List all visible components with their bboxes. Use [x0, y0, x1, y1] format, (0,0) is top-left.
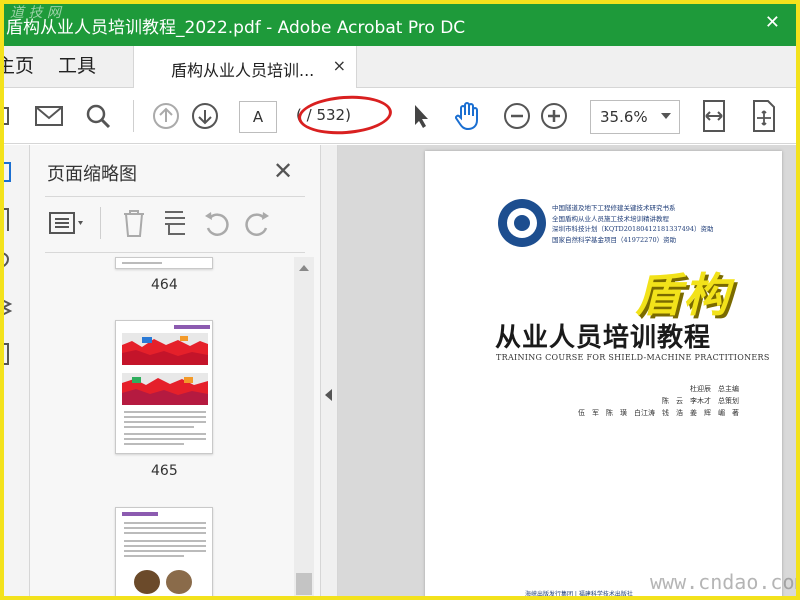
fit-page-icon[interactable]	[748, 100, 780, 132]
panel-divider	[45, 252, 305, 253]
fit-width-icon[interactable]	[698, 100, 730, 132]
tab-document-label: 盾构从业人员培训...	[171, 61, 315, 80]
book-title: 盾构	[635, 268, 731, 322]
page-thumbnail-464[interactable]	[115, 257, 213, 269]
site-watermark: www.cndao.com	[650, 570, 800, 594]
previous-page-icon[interactable]	[150, 100, 182, 132]
author-list: 杜迎辰 总主编 陈 云 李木才 总策划 伍 军 陈 璜 白江涛 钱 浩 姜 辉 …	[578, 383, 739, 419]
scroll-up-icon[interactable]	[299, 265, 309, 271]
panel-tool-divider	[100, 207, 101, 239]
series-line: 国家自然科学基金项目（41972270）资助	[552, 235, 677, 244]
publisher-name: 海峡出版发行集团 | 福建科学技术出版社	[525, 591, 633, 598]
rotate-right-icon[interactable]	[244, 205, 272, 241]
publisher-logo	[498, 199, 546, 247]
hand-tool-icon[interactable]	[451, 100, 485, 132]
tab-bar: 主页 工具 盾构从业人员培训... ×	[0, 46, 800, 89]
page-thumbnail-label: 464	[151, 277, 178, 293]
zoom-out-icon[interactable]	[501, 100, 533, 132]
panel-divider	[45, 196, 305, 197]
book-subtitle: 从业人员培训教程	[495, 323, 712, 353]
zoom-in-icon[interactable]	[538, 100, 570, 132]
tab-document-close-icon[interactable]: ×	[333, 56, 346, 75]
tab-document[interactable]: 盾构从业人员培训... ×	[133, 46, 357, 89]
select-cursor-icon[interactable]	[405, 100, 435, 132]
highlight-ellipse	[296, 92, 394, 138]
email-icon[interactable]	[33, 100, 65, 132]
save-icon[interactable]	[0, 100, 12, 132]
bookmarks-nav-icon[interactable]	[0, 207, 14, 237]
series-line: 中国隧道及地下工程修建关键技术研究书系	[552, 204, 676, 212]
navigation-rail	[0, 145, 30, 600]
search-icon[interactable]	[82, 100, 114, 132]
collapse-panel-icon[interactable]	[325, 389, 332, 401]
series-line: 深圳市科技计划（KQTD20180412181337494）资助	[552, 225, 714, 233]
tab-tools[interactable]: 工具	[58, 46, 96, 88]
title-bar: 道 技 网 盾构从业人员培训教程_2022.pdf - Adobe Acroba…	[0, 0, 800, 46]
author-line: 杜迎辰 总主编	[690, 385, 739, 393]
next-page-icon[interactable]	[189, 100, 221, 132]
document-view[interactable]: 中国隧道及地下工程修建关键技术研究书系 全国盾构从业人员施工技术培训精讲教程 深…	[338, 145, 800, 600]
insert-page-icon[interactable]	[161, 205, 189, 241]
panel-title: 页面缩略图	[47, 164, 137, 185]
book-english-title: TRAINING COURSE FOR SHIELD-MACHINE PRACT…	[496, 353, 770, 362]
tab-home[interactable]: 主页	[0, 46, 34, 88]
page-thumbnail-466[interactable]	[115, 507, 213, 600]
zoom-select[interactable]: 35.6%	[590, 100, 680, 134]
rotate-left-icon[interactable]	[202, 205, 230, 241]
scrollbar-thumb[interactable]	[296, 573, 312, 595]
thumbnail-panel: 页面缩略图 ✕ 464 465	[30, 145, 320, 600]
panel-splitter[interactable]	[320, 145, 338, 600]
page-thumbnail-label: 465	[151, 463, 178, 479]
author-line: 伍 军 陈 璜 白江涛 钱 浩 姜 辉 嵋 著	[578, 409, 739, 417]
toolbar: A ( / 532) 35.6%	[0, 88, 800, 144]
author-line: 陈 云 李木才 总策划	[662, 397, 739, 405]
attachments-nav-icon[interactable]	[0, 249, 14, 275]
delete-pages-icon[interactable]	[120, 205, 148, 241]
toolbar-divider	[133, 100, 134, 132]
series-line: 全国盾构从业人员施工技术培训精讲教程	[552, 214, 669, 223]
series-info: 中国隧道及地下工程修建关键技术研究书系 全国盾构从业人员施工技术培训精讲教程 深…	[552, 203, 714, 245]
document-page: 中国隧道及地下工程修建关键技术研究书系 全国盾构从业人员施工技术培训精讲教程 深…	[425, 151, 782, 600]
chevron-down-icon	[661, 113, 671, 119]
panel-close-icon[interactable]: ✕	[273, 157, 293, 185]
window-close-button[interactable]: ✕	[765, 12, 780, 33]
page-thumbnail-465[interactable]	[115, 320, 213, 454]
thumbnail-scrollbar[interactable]	[294, 257, 314, 600]
window-title: 盾构从业人员培训教程_2022.pdf - Adobe Acrobat Pro …	[6, 18, 466, 38]
signatures-nav-icon[interactable]	[0, 341, 14, 371]
thumbnail-options-icon[interactable]	[48, 205, 88, 241]
page-number-input[interactable]: A	[239, 101, 277, 133]
zoom-value: 35.6%	[600, 108, 648, 126]
layers-nav-icon[interactable]	[0, 295, 14, 323]
pages-nav-icon[interactable]	[0, 161, 14, 187]
